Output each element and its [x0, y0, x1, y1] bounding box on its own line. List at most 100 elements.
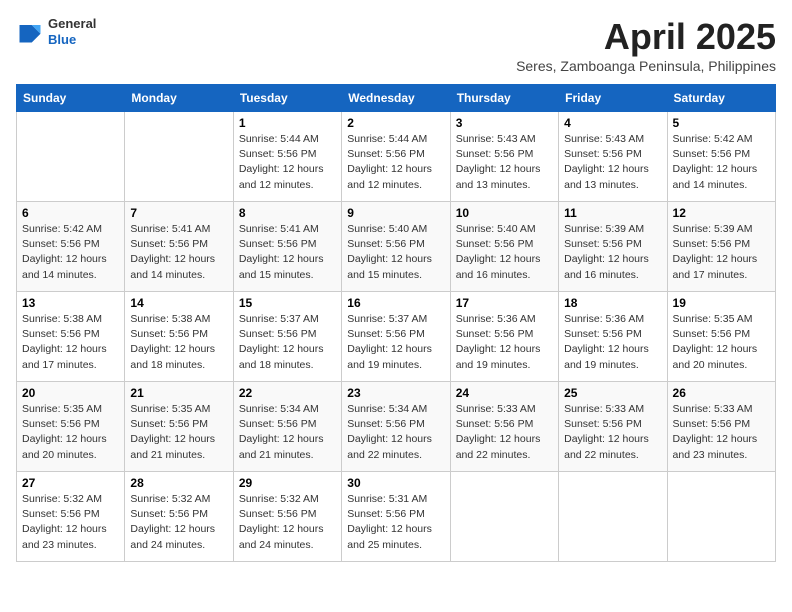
day-number: 10: [456, 206, 553, 220]
calendar-cell: [125, 112, 233, 202]
day-info: Sunrise: 5:34 AM Sunset: 5:56 PM Dayligh…: [239, 402, 336, 463]
day-number: 29: [239, 476, 336, 490]
calendar-cell: 16 Sunrise: 5:37 AM Sunset: 5:56 PM Dayli…: [342, 292, 450, 382]
page-header: General Blue April 2025 Seres, Zamboanga…: [16, 16, 776, 74]
calendar-title: April 2025: [516, 16, 776, 58]
calendar-cell: 11 Sunrise: 5:39 AM Sunset: 5:56 PM Dayli…: [559, 202, 667, 292]
day-number: 27: [22, 476, 119, 490]
day-number: 26: [673, 386, 770, 400]
weekday-row: SundayMondayTuesdayWednesdayThursdayFrid…: [17, 85, 776, 112]
calendar-cell: [559, 472, 667, 562]
day-info: Sunrise: 5:38 AM Sunset: 5:56 PM Dayligh…: [22, 312, 119, 373]
day-info: Sunrise: 5:33 AM Sunset: 5:56 PM Dayligh…: [673, 402, 770, 463]
calendar-cell: [667, 472, 775, 562]
day-info: Sunrise: 5:40 AM Sunset: 5:56 PM Dayligh…: [347, 222, 444, 283]
calendar-cell: 24 Sunrise: 5:33 AM Sunset: 5:56 PM Dayli…: [450, 382, 558, 472]
calendar-cell: 25 Sunrise: 5:33 AM Sunset: 5:56 PM Dayli…: [559, 382, 667, 472]
calendar-week-row: 20 Sunrise: 5:35 AM Sunset: 5:56 PM Dayli…: [17, 382, 776, 472]
calendar-cell: 1 Sunrise: 5:44 AM Sunset: 5:56 PM Daylig…: [233, 112, 341, 202]
day-number: 12: [673, 206, 770, 220]
weekday-header: Monday: [125, 85, 233, 112]
logo-blue: Blue: [48, 32, 96, 48]
calendar-table: SundayMondayTuesdayWednesdayThursdayFrid…: [16, 84, 776, 562]
calendar-week-row: 27 Sunrise: 5:32 AM Sunset: 5:56 PM Dayli…: [17, 472, 776, 562]
day-info: Sunrise: 5:37 AM Sunset: 5:56 PM Dayligh…: [347, 312, 444, 373]
day-info: Sunrise: 5:33 AM Sunset: 5:56 PM Dayligh…: [456, 402, 553, 463]
day-info: Sunrise: 5:43 AM Sunset: 5:56 PM Dayligh…: [564, 132, 661, 193]
calendar-cell: 5Sunrise: 5:42 AM Sunset: 5:56 PM Daylig…: [667, 112, 775, 202]
weekday-header: Tuesday: [233, 85, 341, 112]
calendar-cell: 9Sunrise: 5:40 AM Sunset: 5:56 PM Daylig…: [342, 202, 450, 292]
day-info: Sunrise: 5:37 AM Sunset: 5:56 PM Dayligh…: [239, 312, 336, 373]
day-number: 13: [22, 296, 119, 310]
day-number: 3: [456, 116, 553, 130]
day-number: 6: [22, 206, 119, 220]
logo-icon: [16, 18, 44, 46]
day-info: Sunrise: 5:40 AM Sunset: 5:56 PM Dayligh…: [456, 222, 553, 283]
calendar-cell: [17, 112, 125, 202]
day-info: Sunrise: 5:32 AM Sunset: 5:56 PM Dayligh…: [130, 492, 227, 553]
calendar-cell: 20 Sunrise: 5:35 AM Sunset: 5:56 PM Dayli…: [17, 382, 125, 472]
calendar-cell: 12 Sunrise: 5:39 AM Sunset: 5:56 PM Dayli…: [667, 202, 775, 292]
weekday-header: Saturday: [667, 85, 775, 112]
calendar-subtitle: Seres, Zamboanga Peninsula, Philippines: [516, 58, 776, 74]
calendar-cell: 21Sunrise: 5:35 AM Sunset: 5:56 PM Dayli…: [125, 382, 233, 472]
calendar-cell: 27Sunrise: 5:32 AM Sunset: 5:56 PM Dayli…: [17, 472, 125, 562]
weekday-header: Thursday: [450, 85, 558, 112]
day-info: Sunrise: 5:44 AM Sunset: 5:56 PM Dayligh…: [347, 132, 444, 193]
calendar-cell: 6 Sunrise: 5:42 AM Sunset: 5:56 PM Daylig…: [17, 202, 125, 292]
day-number: 17: [456, 296, 553, 310]
weekday-header: Wednesday: [342, 85, 450, 112]
day-number: 2: [347, 116, 444, 130]
day-info: Sunrise: 5:39 AM Sunset: 5:56 PM Dayligh…: [564, 222, 661, 283]
day-number: 25: [564, 386, 661, 400]
day-info: Sunrise: 5:32 AM Sunset: 5:56 PM Dayligh…: [239, 492, 336, 553]
day-info: Sunrise: 5:38 AM Sunset: 5:56 PM Dayligh…: [130, 312, 227, 373]
day-number: 28: [130, 476, 227, 490]
day-info: Sunrise: 5:43 AM Sunset: 5:56 PM Dayligh…: [456, 132, 553, 193]
day-number: 20: [22, 386, 119, 400]
day-number: 24: [456, 386, 553, 400]
day-number: 1: [239, 116, 336, 130]
calendar-cell: 19 Sunrise: 5:35 AM Sunset: 5:56 PM Dayli…: [667, 292, 775, 382]
calendar-cell: 26 Sunrise: 5:33 AM Sunset: 5:56 PM Dayli…: [667, 382, 775, 472]
day-info: Sunrise: 5:31 AM Sunset: 5:56 PM Dayligh…: [347, 492, 444, 553]
day-info: Sunrise: 5:39 AM Sunset: 5:56 PM Dayligh…: [673, 222, 770, 283]
day-info: Sunrise: 5:42 AM Sunset: 5:56 PM Dayligh…: [673, 132, 770, 193]
logo-general: General: [48, 16, 96, 32]
day-info: Sunrise: 5:42 AM Sunset: 5:56 PM Dayligh…: [22, 222, 119, 283]
day-info: Sunrise: 5:36 AM Sunset: 5:56 PM Dayligh…: [564, 312, 661, 373]
day-info: Sunrise: 5:34 AM Sunset: 5:56 PM Dayligh…: [347, 402, 444, 463]
day-number: 15: [239, 296, 336, 310]
day-number: 30: [347, 476, 444, 490]
day-info: Sunrise: 5:35 AM Sunset: 5:56 PM Dayligh…: [673, 312, 770, 373]
day-info: Sunrise: 5:35 AM Sunset: 5:56 PM Dayligh…: [22, 402, 119, 463]
weekday-header: Sunday: [17, 85, 125, 112]
day-info: Sunrise: 5:33 AM Sunset: 5:56 PM Dayligh…: [564, 402, 661, 463]
day-info: Sunrise: 5:44 AM Sunset: 5:56 PM Dayligh…: [239, 132, 336, 193]
calendar-cell: 22Sunrise: 5:34 AM Sunset: 5:56 PM Dayli…: [233, 382, 341, 472]
day-number: 18: [564, 296, 661, 310]
calendar-cell: 7 Sunrise: 5:41 AM Sunset: 5:56 PM Daylig…: [125, 202, 233, 292]
calendar-cell: 30 Sunrise: 5:31 AM Sunset: 5:56 PM Dayli…: [342, 472, 450, 562]
calendar-cell: 17Sunrise: 5:36 AM Sunset: 5:56 PM Dayli…: [450, 292, 558, 382]
calendar-week-row: 13 Sunrise: 5:38 AM Sunset: 5:56 PM Dayli…: [17, 292, 776, 382]
day-number: 7: [130, 206, 227, 220]
calendar-cell: [450, 472, 558, 562]
calendar-cell: 29 Sunrise: 5:32 AM Sunset: 5:56 PM Dayli…: [233, 472, 341, 562]
calendar-cell: 8Sunrise: 5:41 AM Sunset: 5:56 PM Daylig…: [233, 202, 341, 292]
day-number: 4: [564, 116, 661, 130]
day-number: 14: [130, 296, 227, 310]
day-number: 11: [564, 206, 661, 220]
calendar-cell: 23 Sunrise: 5:34 AM Sunset: 5:56 PM Dayli…: [342, 382, 450, 472]
calendar-cell: 3 Sunrise: 5:43 AM Sunset: 5:56 PM Daylig…: [450, 112, 558, 202]
day-number: 16: [347, 296, 444, 310]
day-info: Sunrise: 5:41 AM Sunset: 5:56 PM Dayligh…: [130, 222, 227, 283]
day-number: 23: [347, 386, 444, 400]
calendar-header: SundayMondayTuesdayWednesdayThursdayFrid…: [17, 85, 776, 112]
calendar-cell: 4 Sunrise: 5:43 AM Sunset: 5:56 PM Daylig…: [559, 112, 667, 202]
calendar-week-row: 1 Sunrise: 5:44 AM Sunset: 5:56 PM Daylig…: [17, 112, 776, 202]
day-info: Sunrise: 5:35 AM Sunset: 5:56 PM Dayligh…: [130, 402, 227, 463]
title-block: April 2025 Seres, Zamboanga Peninsula, P…: [516, 16, 776, 74]
day-number: 19: [673, 296, 770, 310]
